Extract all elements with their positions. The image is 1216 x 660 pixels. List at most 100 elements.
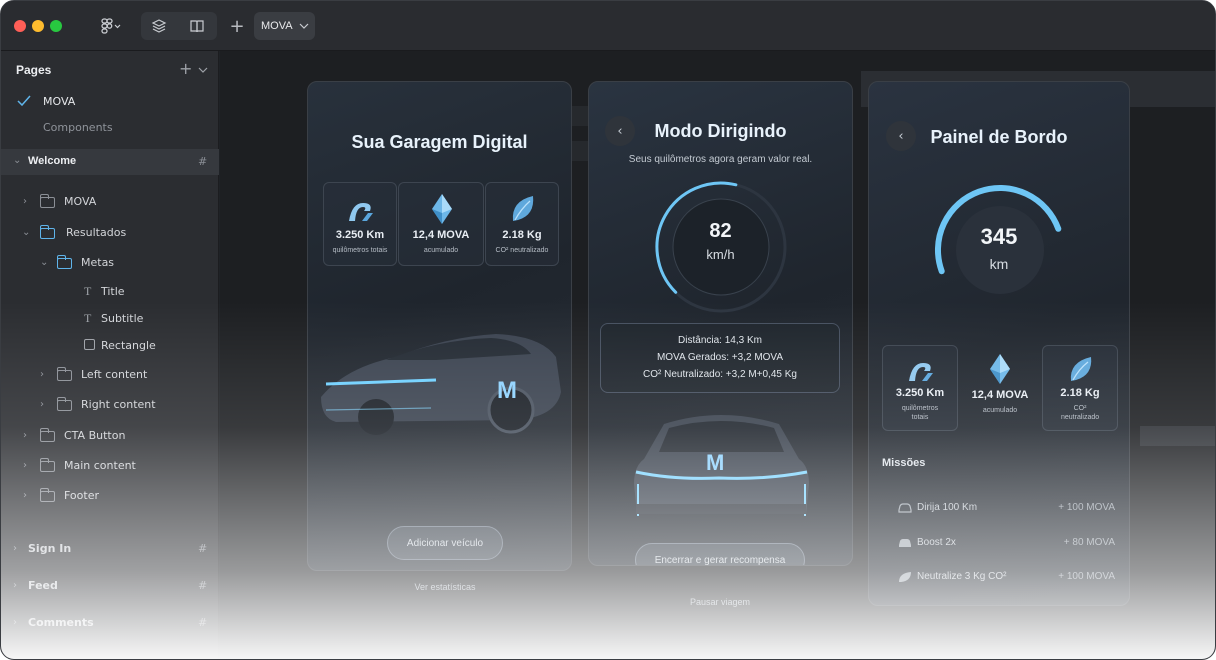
layer-frame-label: Feed [28,578,58,592]
stat-value: 3.250 Km [335,229,385,241]
layer-item-subtitle[interactable]: T Subtitle [1,305,219,331]
layer-item-resultados[interactable]: ⌄ Resultados [1,219,219,245]
pages-heading: Pages [16,63,52,77]
page-item-components[interactable]: Components [1,114,219,140]
layer-item-metas[interactable]: ⌄ Metas [1,249,219,275]
layer-frame-welcome[interactable]: ⌄ Welcome # [1,149,219,175]
stat-value: 2.18 Kg [1060,387,1100,399]
stat-card-km: 3.250 Km quilômetros totais [323,182,397,266]
layer-frame-label: Welcome [28,155,77,167]
main-menu-button[interactable] [93,12,129,40]
file-tab-label: MOVA [261,20,293,32]
assets-button[interactable] [179,12,215,40]
folder-icon [56,397,72,411]
layer-item-mova[interactable]: › MOVA [1,188,219,214]
layer-item-right-content[interactable]: › Right content [1,391,219,417]
leaf-icon [1070,357,1092,381]
mission-item[interactable]: Neutralize 3 Kg CO² + 100 MOVA [885,570,1115,590]
distance-unit: km [989,256,1009,272]
chevron-right-icon: › [13,579,17,591]
speed-value: 82 [709,220,732,242]
speed-unit: km/h [706,247,735,262]
file-tab[interactable]: MOVA [254,12,315,40]
rectangle-icon [84,339,95,350]
stat-label: quilômetros totais [332,247,388,254]
layer-item-footer[interactable]: › Footer [1,482,219,508]
zoom-window-button[interactable] [50,20,62,32]
folder-icon [39,458,55,472]
layer-frame-feed[interactable]: › Feed # [1,572,219,598]
mission-reward: + 100 MOVA [1058,571,1115,582]
car-logo: M [706,450,725,475]
add-page-button[interactable]: + [179,59,192,78]
missions-title: Missões [882,457,926,469]
layer-label: Metas [81,255,115,269]
dirigindo-subtitle: Seus quilômetros agora geram valor real. [628,154,813,165]
layer-frame-sign-in[interactable]: › Sign In # [1,535,219,561]
page-item-label: MOVA [43,94,76,108]
layer-item-cta-button[interactable]: › CTA Button [1,422,219,448]
mission-label: Boost 2x [917,537,956,548]
stat-card-mova: 12,4 MOVA acumulado [964,345,1036,431]
layer-label: Main content [64,458,136,472]
chevron-down-icon: ⌄ [13,155,22,166]
collapse-pages-icon[interactable] [198,66,208,74]
view-stats-link[interactable]: Ver estatísticas [387,582,503,592]
boost-icon [899,539,911,547]
stat-label: acumulado [423,247,459,254]
mission-reward: + 80 MOVA [1063,537,1115,548]
chevron-right-icon: › [23,459,27,471]
layer-item-left-content[interactable]: › Left content [1,361,219,387]
painel-screen: ‹ Painel de Bordo 345 km 3.250 Km quilôm… [868,81,1130,606]
folder-icon [39,194,55,208]
add-tab-button[interactable]: + [225,12,249,40]
pause-trip-link[interactable]: Pausar viagem [635,597,805,607]
layers-icon [151,19,167,33]
layer-item-title[interactable]: T Title [1,278,219,304]
title-bar: + MOVA [1,1,1215,51]
close-window-button[interactable] [14,20,26,32]
stat-card-km: 3.250 Km quilômetros totais [882,345,958,431]
mission-item[interactable]: Boost 2x + 80 MOVA [885,536,1115,556]
stat-value: 3.250 Km [895,387,945,399]
layer-label: MOVA [64,194,97,208]
layer-label: Title [101,284,125,298]
end-trip-button[interactable]: Encerrar e gerar recompensa [635,543,805,565]
layers-button[interactable] [141,12,177,40]
folder-open-icon [56,255,72,269]
layer-label: CTA Button [64,428,126,442]
trip-mova-generated: MOVA Gerados: +3,2 MOVA [656,352,784,363]
chevron-down-icon: ⌄ [40,256,49,268]
chevron-right-icon: › [13,542,17,554]
page-item-label: Components [43,120,113,134]
layer-frame-label: Sign In [28,541,72,555]
folder-open-icon [39,225,55,239]
dirigindo-screen: ‹ Modo Dirigindo Seus quilômetros agora … [588,81,853,566]
minimize-window-button[interactable] [32,20,44,32]
layer-item-rectangle[interactable]: Rectangle [1,332,219,358]
add-vehicle-button[interactable]: Adicionar veículo [387,526,503,560]
leaf-icon [512,196,534,221]
layer-item-main-content[interactable]: › Main content [1,452,219,478]
stat-card-mova: 12,4 MOVA acumulado [398,182,484,266]
page-item-mova[interactable]: MOVA [1,88,219,114]
dirigindo-title: Modo Dirigindo [654,121,787,141]
chevron-right-icon: › [23,429,27,441]
chevron-right-icon: › [40,368,44,380]
folder-icon [39,488,55,502]
chevron-down-icon [299,23,309,29]
stat-label: acumulado [982,407,1018,414]
design-canvas[interactable]: Sua Garagem Digital 3.250 Km quilômetros… [220,51,1215,659]
layer-frame-comments[interactable]: › Comments # [1,609,219,635]
stat-value: 12,4 MOVA [971,389,1029,401]
folder-icon [39,428,55,442]
plus-icon: + [229,15,245,37]
chevron-right-icon: › [13,616,17,628]
mission-item[interactable]: Dirija 100 Km + 100 MOVA [885,501,1115,521]
stat-label: CO² neutralizado [495,247,549,254]
layer-label: Left content [81,367,148,381]
chevron-right-icon: › [40,398,44,410]
frame-icon: # [198,155,208,168]
stat-label: quilômetros totais [901,405,939,421]
chevron-down-icon: ⌄ [22,226,31,238]
